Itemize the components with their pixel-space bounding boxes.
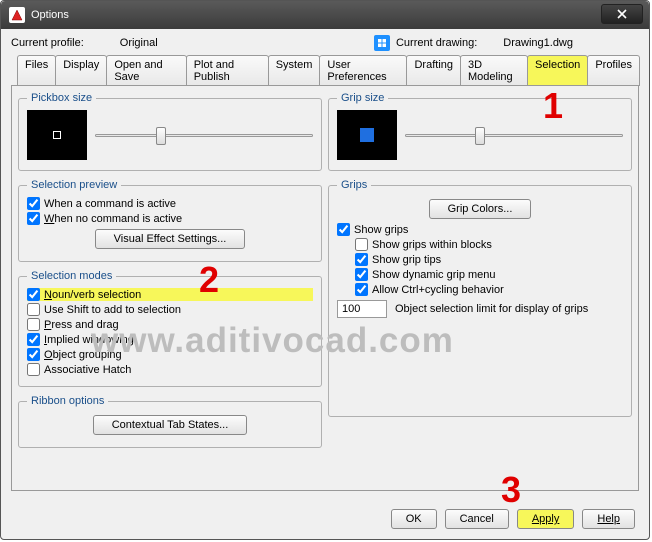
grips-group: Grips Grip Colors... Show grips Show gri… (328, 179, 632, 417)
selection-modes-legend: Selection modes (27, 270, 116, 282)
apply-button[interactable]: Apply (517, 509, 575, 529)
tab-panel-selection: Pickbox size Selection preview When (11, 85, 639, 491)
ribbon-legend: Ribbon options (27, 395, 108, 407)
show-dynamic-grip-menu[interactable]: Show dynamic grip menu (355, 268, 623, 281)
tab-drafting[interactable]: Drafting (406, 55, 461, 86)
tabs: FilesDisplayOpen and SavePlot and Publis… (11, 55, 639, 86)
cancel-button[interactable]: Cancel (445, 509, 509, 529)
grip-colors-button[interactable]: Grip Colors... (429, 199, 532, 219)
show-grips-within-blocks[interactable]: Show grips within blocks (355, 238, 623, 251)
noun-verb-check[interactable] (27, 288, 40, 301)
object-grouping[interactable]: Object grouping (27, 348, 313, 361)
current-drawing-value: Drawing1.dwg (503, 37, 573, 49)
tab-plot-and-publish[interactable]: Plot and Publish (186, 55, 269, 86)
when-no-command-active[interactable]: When no command is active (27, 212, 313, 225)
tab-user-preferences[interactable]: User Preferences (319, 55, 407, 86)
use-shift-check[interactable] (27, 303, 40, 316)
show-grip-tips[interactable]: Show grip tips (355, 253, 623, 266)
tab-open-and-save[interactable]: Open and Save (106, 55, 186, 86)
dialog-buttons: OK Cancel Apply Help (391, 509, 635, 529)
contextual-tab-states-button[interactable]: Contextual Tab States... (93, 415, 248, 435)
selection-preview-group: Selection preview When a command is acti… (18, 179, 322, 262)
when-no-command-active-check[interactable] (27, 212, 40, 225)
selection-modes-group: Selection modes Noun/verb selection Use … (18, 270, 322, 387)
current-profile-label: Current profile: (11, 37, 84, 49)
show-grips[interactable]: Show grips (337, 223, 623, 236)
allow-ctrl-cycling[interactable]: Allow Ctrl+cycling behavior (355, 283, 623, 296)
ctrl-cycle-check[interactable] (355, 283, 368, 296)
implied-win-check[interactable] (27, 333, 40, 346)
press-drag-check[interactable] (27, 318, 40, 331)
selection-limit-input[interactable] (337, 300, 387, 318)
app-icon (9, 7, 25, 23)
noun-verb-selection[interactable]: Noun/verb selection (27, 288, 313, 301)
grips-legend: Grips (337, 179, 371, 191)
close-button[interactable] (601, 4, 643, 24)
associative-hatch[interactable]: Associative Hatch (27, 363, 313, 376)
gripsize-group: Grip size (328, 92, 632, 171)
current-profile-value: Original (120, 37, 158, 49)
selection-preview-legend: Selection preview (27, 179, 121, 191)
ribbon-options-group: Ribbon options Contextual Tab States... (18, 395, 322, 448)
help-button[interactable]: Help (582, 509, 635, 529)
pickbox-group: Pickbox size (18, 92, 322, 171)
show-grips-check[interactable] (337, 223, 350, 236)
close-icon (617, 9, 627, 19)
gripsize-legend: Grip size (337, 92, 388, 104)
tab-profiles[interactable]: Profiles (587, 55, 640, 86)
pickbox-preview (27, 110, 87, 160)
when-command-active[interactable]: When a command is active (27, 197, 313, 210)
tab-files[interactable]: Files (17, 55, 56, 86)
obj-group-check[interactable] (27, 348, 40, 361)
pickbox-legend: Pickbox size (27, 92, 96, 104)
tab-selection[interactable]: Selection (527, 55, 588, 86)
pickbox-slider[interactable] (95, 125, 313, 145)
implied-windowing[interactable]: Implied windowing (27, 333, 313, 346)
press-and-drag[interactable]: Press and drag (27, 318, 313, 331)
visual-effect-settings-button[interactable]: Visual Effect Settings... (95, 229, 246, 249)
current-drawing-label: Current drawing: (396, 37, 477, 49)
assoc-hatch-check[interactable] (27, 363, 40, 376)
gripsize-slider[interactable] (405, 125, 623, 145)
tab-display[interactable]: Display (55, 55, 107, 86)
dynamic-menu-check[interactable] (355, 268, 368, 281)
grip-preview (337, 110, 397, 160)
selection-limit-label: Object selection limit for display of gr… (395, 303, 588, 315)
within-blocks-check[interactable] (355, 238, 368, 251)
profile-line: Current profile: Original Current drawin… (11, 35, 639, 51)
titlebar: Options (1, 1, 649, 29)
use-shift-add[interactable]: Use Shift to add to selection (27, 303, 313, 316)
tab-system[interactable]: System (268, 55, 321, 86)
tab-3d-modeling[interactable]: 3D Modeling (460, 55, 528, 86)
when-command-active-check[interactable] (27, 197, 40, 210)
drawing-icon (374, 35, 390, 51)
window-title: Options (31, 9, 69, 21)
ok-button[interactable]: OK (391, 509, 437, 529)
grip-tips-check[interactable] (355, 253, 368, 266)
